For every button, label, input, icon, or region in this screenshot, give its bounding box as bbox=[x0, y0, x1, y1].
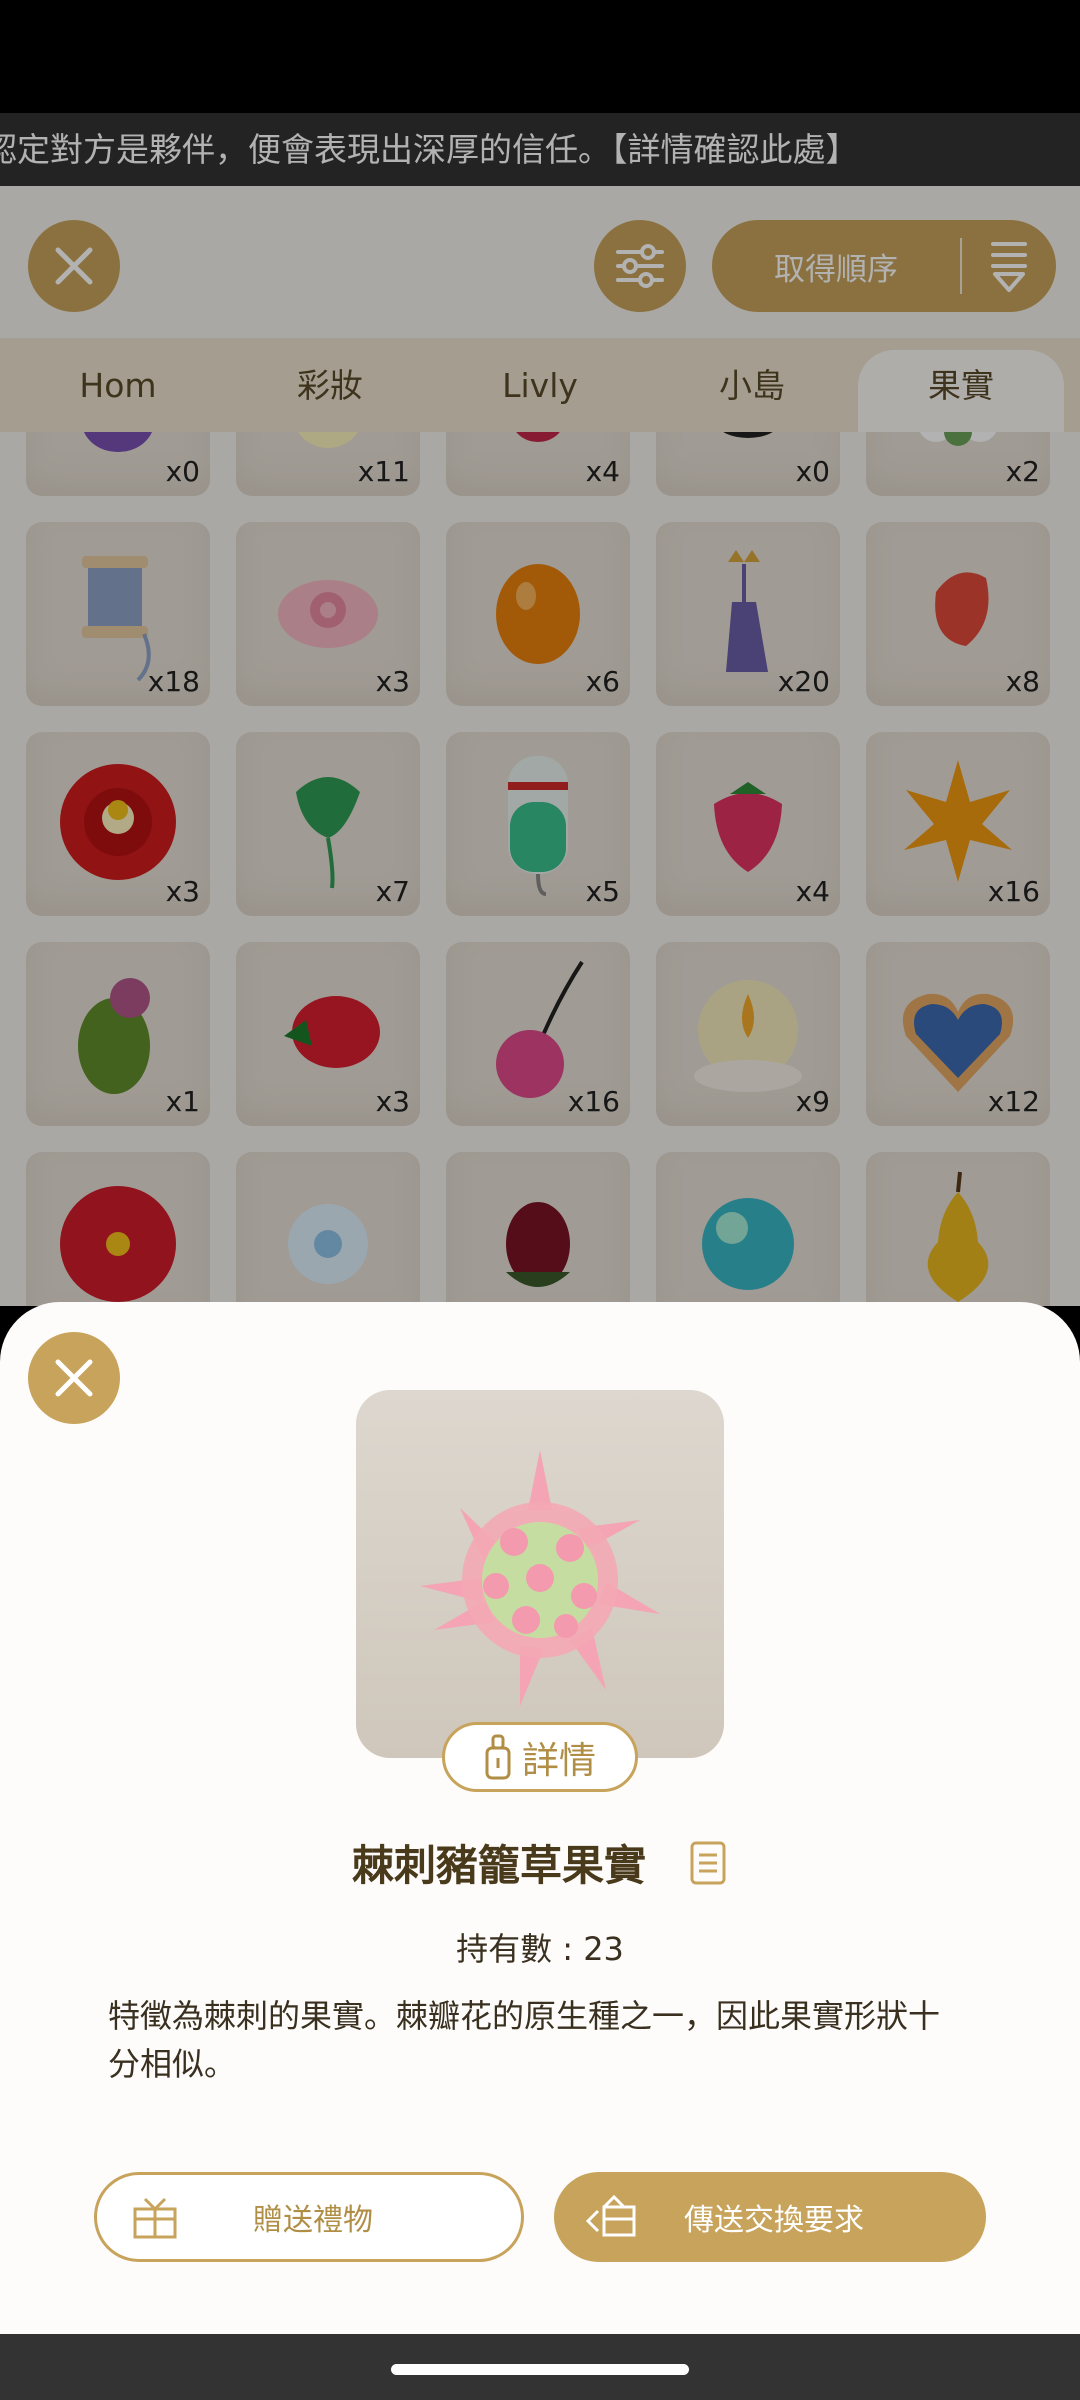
item-preview bbox=[356, 1390, 724, 1758]
item-detail-button[interactable]: 詳情 bbox=[442, 1722, 638, 1792]
spiky-fruit-icon bbox=[420, 1450, 660, 1706]
modal-overlay[interactable] bbox=[0, 113, 1080, 1306]
owned-count: 持有數 : 23 bbox=[456, 1930, 624, 1968]
memo-icon[interactable] bbox=[688, 1839, 728, 1887]
navigation-bar bbox=[0, 2334, 1080, 2400]
item-description: 特徵為棘刺的果實。棘瓣花的原生種之一，因此果實形狀十分相似。 bbox=[108, 1997, 941, 2083]
lock-icon bbox=[485, 1734, 511, 1780]
item-detail-label: 詳情 bbox=[522, 1739, 596, 1782]
send-gift-label: 贈送禮物 bbox=[253, 2203, 373, 2238]
item-name: 棘刺豬籠草果實 bbox=[351, 1841, 646, 1890]
home-gesture-bar[interactable] bbox=[391, 2364, 689, 2375]
item-name-row: 棘刺豬籠草果實 bbox=[0, 1832, 1080, 1893]
status-bar bbox=[0, 0, 1080, 113]
trade-request-button[interactable]: 傳送交換要求 bbox=[554, 2172, 986, 2262]
trade-icon bbox=[585, 2194, 636, 2237]
send-gift-button[interactable]: 贈送禮物 bbox=[94, 2172, 524, 2262]
close-icon bbox=[55, 1359, 93, 1397]
gift-icon bbox=[133, 2197, 177, 2239]
close-detail-button[interactable] bbox=[28, 1332, 120, 1424]
item-detail-sheet: 詳情 棘刺豬籠草果實 持有數 : 23 特徵為棘刺的果實。棘瓣花的原生種之一，因… bbox=[0, 1302, 1080, 2334]
trade-request-label: 傳送交換要求 bbox=[684, 2203, 864, 2238]
